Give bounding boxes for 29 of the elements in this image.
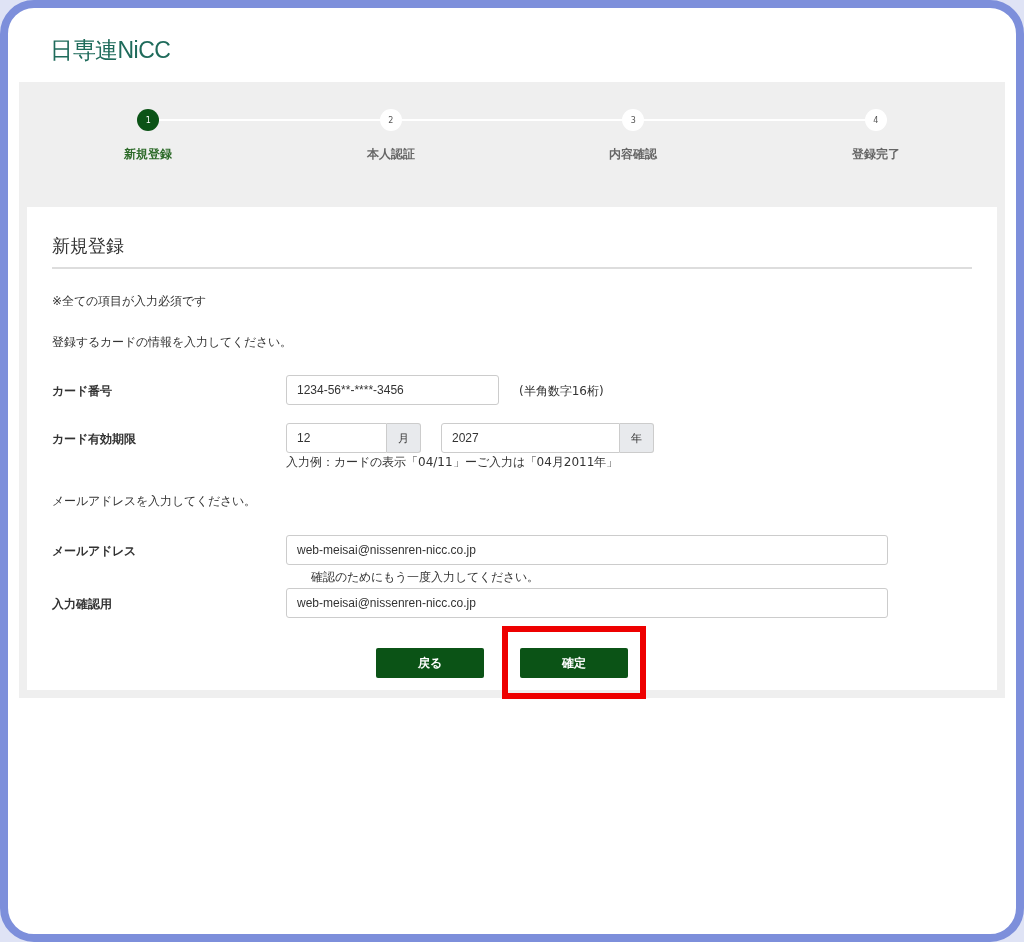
- field-label: メールアドレス: [52, 543, 137, 560]
- step-number: 1: [137, 109, 160, 131]
- page-title: 新規登録: [52, 207, 972, 269]
- email-field[interactable]: web-meisai@nissenren-nicc.co.jp: [286, 535, 888, 565]
- step-label: 本人認証: [366, 146, 415, 163]
- step-label: 登録完了: [851, 146, 900, 163]
- month-field[interactable]: 12: [286, 423, 387, 453]
- email-intro-text: メールアドレスを入力してください。: [52, 493, 257, 510]
- step-label: 新規登録: [124, 146, 173, 163]
- confirm-note: 確認のためにもう一度入力してください。: [311, 569, 540, 586]
- step-label: 内容確認: [609, 146, 658, 163]
- year-field[interactable]: 2027: [441, 423, 620, 453]
- field-label: 入力確認用: [52, 596, 113, 613]
- form-button[interactable]: 確定: [520, 648, 628, 678]
- form-button[interactable]: 戻る: [376, 648, 484, 678]
- step-number: 2: [379, 109, 402, 131]
- card-intro-text: 登録するカードの情報を入力してください。: [52, 334, 293, 351]
- example-text: 入力例：カードの表示「04/11」ーご入力は「04月2011年」: [286, 454, 620, 471]
- field-label: カード有効期限: [52, 431, 137, 448]
- field-hint: (半角数字16桁): [519, 383, 604, 400]
- card-number-field[interactable]: 1234-56**-****-3456: [286, 375, 499, 405]
- step-number: 4: [864, 109, 887, 131]
- step-number: 3: [622, 109, 645, 131]
- required-note: ※全ての項目が入力必須です: [52, 293, 208, 310]
- month-unit: 月: [387, 423, 421, 453]
- year-unit: 年: [620, 423, 654, 453]
- email-confirm-field[interactable]: web-meisai@nissenren-nicc.co.jp: [286, 588, 888, 618]
- logo: 日専連NiCC: [50, 36, 172, 65]
- field-label: カード番号: [52, 383, 113, 400]
